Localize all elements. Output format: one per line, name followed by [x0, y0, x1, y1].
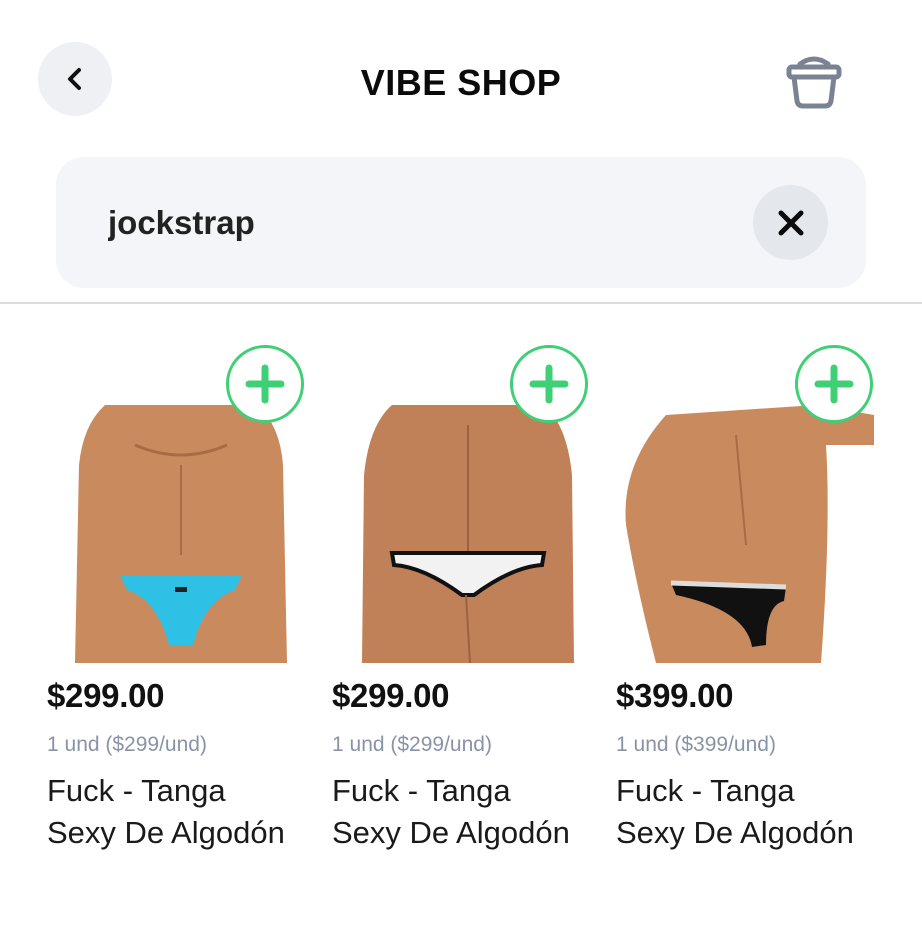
cart-button[interactable]: [783, 50, 845, 112]
clear-search-button[interactable]: [753, 185, 828, 260]
product-price: $299.00: [47, 677, 165, 714]
search-input[interactable]: [108, 157, 728, 288]
plus-icon: [245, 364, 285, 404]
close-icon: [778, 210, 803, 235]
product-name[interactable]: Fuck - Tanga Sexy De Algodón: [332, 770, 592, 854]
product-unit-price: 1 und ($299/und): [47, 733, 207, 756]
search-bar: [56, 157, 866, 288]
product-image[interactable]: [616, 405, 874, 663]
product-unit-price: 1 und ($299/und): [332, 733, 492, 756]
product-card[interactable]: $299.00 1 und ($299/und) Fuck - Tanga Se…: [47, 345, 307, 865]
divider: [0, 302, 922, 304]
app-header: VIBE SHOP: [0, 0, 922, 150]
product-card[interactable]: $399.00 1 und ($399/und) Fuck - Tanga Se…: [616, 345, 876, 865]
product-image[interactable]: [75, 405, 287, 663]
add-to-cart-button[interactable]: [510, 345, 588, 423]
add-to-cart-button[interactable]: [795, 345, 873, 423]
product-price: $399.00: [616, 677, 734, 714]
product-price: $299.00: [332, 677, 450, 714]
add-to-cart-button[interactable]: [226, 345, 304, 423]
basket-icon: [786, 56, 842, 109]
plus-icon: [529, 364, 569, 404]
product-name[interactable]: Fuck - Tanga Sexy De Algodón: [47, 770, 307, 854]
product-image[interactable]: [362, 405, 574, 663]
product-card[interactable]: $299.00 1 und ($299/und) Fuck - Tanga Se…: [332, 345, 592, 865]
plus-icon: [814, 364, 854, 404]
product-unit-price: 1 und ($399/und): [616, 733, 776, 756]
product-name[interactable]: Fuck - Tanga Sexy De Algodón: [616, 770, 876, 854]
